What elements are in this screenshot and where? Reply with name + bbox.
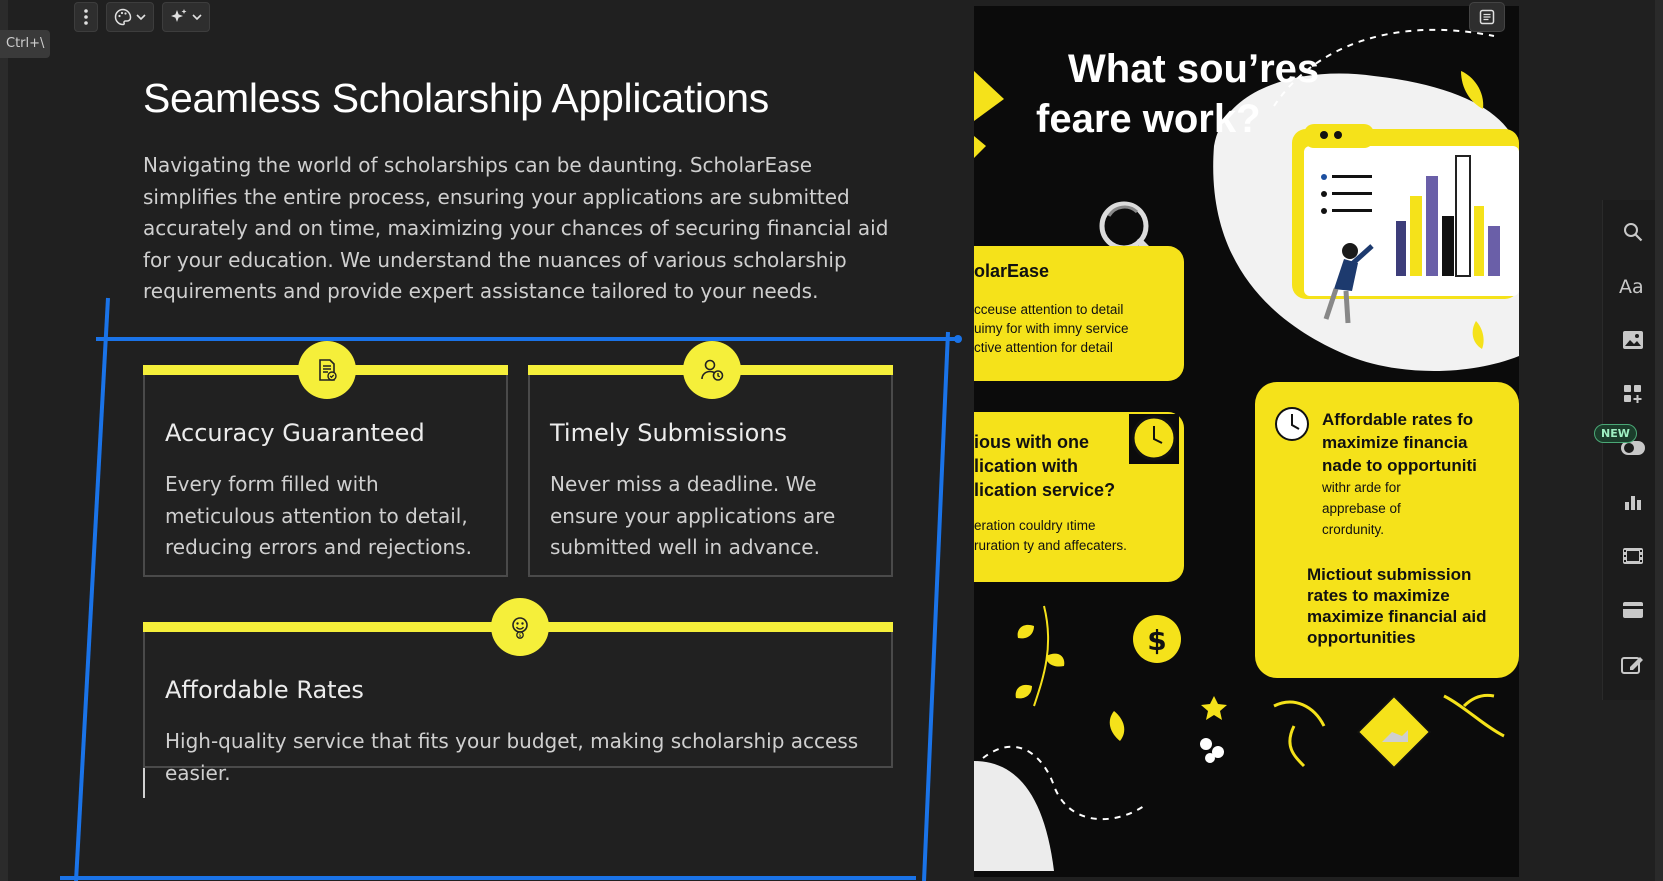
- rail-chart-button[interactable]: [1619, 488, 1647, 516]
- preview-box2-line: ruration ty and affecaters.: [974, 538, 1127, 553]
- preview-box3-bold-line: opportunities: [1307, 628, 1416, 647]
- section-title[interactable]: Seamless Scholarship Applications: [143, 75, 903, 122]
- card-badge: [298, 341, 356, 399]
- preview-box3-line: withr arde for: [1322, 480, 1401, 495]
- preview-box1-title: olarEase: [974, 261, 1050, 281]
- preview-box3-line: apprebase of: [1322, 501, 1401, 516]
- theme-button[interactable]: [106, 2, 154, 32]
- preview-box2: ious with one lication with lication ser…: [974, 430, 1174, 556]
- hero-section: Seamless Scholarship Applications Naviga…: [143, 75, 903, 308]
- preview-box3: Affordable rates fo maximize financia na…: [1322, 408, 1519, 540]
- section-intro[interactable]: Navigating the world of scholarships can…: [143, 150, 903, 308]
- preview-box3-title: maximize financia: [1322, 433, 1468, 452]
- feature-card-affordable[interactable]: $ Affordable Rates High-quality service …: [143, 598, 893, 785]
- left-edge-panel: [0, 0, 8, 881]
- ai-assist-button[interactable]: [162, 2, 210, 32]
- preview-heading-line2: feare work?: [1036, 97, 1261, 141]
- card-text: Never miss a deadline. We ensure your ap…: [550, 472, 836, 559]
- money-face-icon: $: [512, 617, 528, 639]
- preview-box1: olarEase cceuse attention to detail uimy…: [974, 261, 1174, 357]
- text-style-icon: Aa: [1619, 276, 1644, 297]
- preview-box3-bold: Mictiout submission rates to maximize ma…: [1307, 564, 1519, 648]
- infographic-preview[interactable]: $ What sou’res feare work? olarEase cceu…: [974, 6, 1519, 877]
- preview-box3-bold-line: Mictiout submission: [1307, 565, 1472, 584]
- right-tool-rail: Aa: [1602, 200, 1663, 700]
- text-cursor: [143, 768, 145, 798]
- preview-box3-line: crordunity.: [1322, 522, 1385, 537]
- more-options-button[interactable]: [74, 2, 98, 32]
- card-text: High-quality service that fits your budg…: [165, 729, 859, 785]
- preview-box1-line: ctive attention for detail: [974, 340, 1113, 355]
- element-toolbar: [74, 2, 210, 32]
- rail-edit-button[interactable]: [1619, 650, 1647, 678]
- card-icon: [1623, 602, 1643, 618]
- preview-box2-line: eration couldry ıtime: [974, 518, 1096, 533]
- preview-notes-button[interactable]: [1469, 2, 1505, 32]
- rail-text-style-button[interactable]: Aa: [1619, 272, 1647, 300]
- film-icon: [1623, 548, 1643, 564]
- preview-box2-title: lication service?: [974, 480, 1116, 500]
- card-title: Accuracy Guaranteed: [165, 419, 425, 447]
- document-check-icon: [319, 359, 337, 381]
- user-clock-icon: [701, 359, 724, 381]
- feature-card-timely[interactable]: Timely Submissions Never miss a deadline…: [528, 341, 893, 577]
- preview-box1-line: cceuse attention to detail: [974, 302, 1124, 317]
- svg-text:$: $: [1147, 624, 1166, 657]
- card-title: Timely Submissions: [550, 419, 788, 447]
- palette-icon: [114, 8, 132, 26]
- search-icon: [1624, 223, 1643, 242]
- rail-card-button[interactable]: [1619, 596, 1647, 624]
- new-badge: NEW: [1594, 424, 1637, 443]
- svg-text:Aa: Aa: [1619, 276, 1644, 297]
- card-title: Affordable Rates: [165, 676, 364, 704]
- preview-box2-title: ious with one: [974, 432, 1089, 452]
- preview-box3-title: nade to opportuniti: [1322, 456, 1477, 475]
- preview-box3-bold-line: rates to maximize: [1307, 586, 1450, 605]
- add-widget-icon: [1624, 385, 1642, 403]
- image-icon: [1623, 331, 1643, 349]
- shortcut-hint: Ctrl+\: [0, 30, 51, 58]
- preview-box3-title: Affordable rates fo: [1322, 410, 1474, 429]
- sparkles-icon: [171, 9, 187, 22]
- rail-add-widget-button[interactable]: [1619, 380, 1647, 408]
- card-text: Every form filled with meticulous attent…: [165, 472, 472, 559]
- card-badge: [683, 341, 741, 399]
- preview-box2-title: lication with: [974, 456, 1079, 476]
- rail-search-button[interactable]: [1619, 218, 1647, 246]
- more-vertical-icon: [84, 9, 88, 25]
- chevron-down-icon: [192, 14, 202, 21]
- edit-icon: [1621, 657, 1643, 674]
- rail-film-button[interactable]: [1619, 542, 1647, 570]
- preview-box1-line: uimy for with imny service: [974, 321, 1129, 336]
- rail-image-button[interactable]: [1619, 326, 1647, 354]
- preview-heading-line1: What sou’res: [1068, 47, 1320, 91]
- chevron-down-icon: [136, 14, 146, 21]
- card-badge: $: [491, 598, 549, 656]
- preview-heading: What sou’res feare work?: [1036, 44, 1356, 144]
- preview-box3-bold-line: maximize financial aid: [1307, 607, 1487, 626]
- feature-card-accuracy[interactable]: Accuracy Guaranteed Every form filled wi…: [143, 341, 508, 577]
- notes-icon: [1479, 9, 1495, 25]
- window-edge: [1655, 0, 1663, 881]
- chart-icon: [1625, 496, 1641, 510]
- svg-text:$: $: [518, 633, 521, 639]
